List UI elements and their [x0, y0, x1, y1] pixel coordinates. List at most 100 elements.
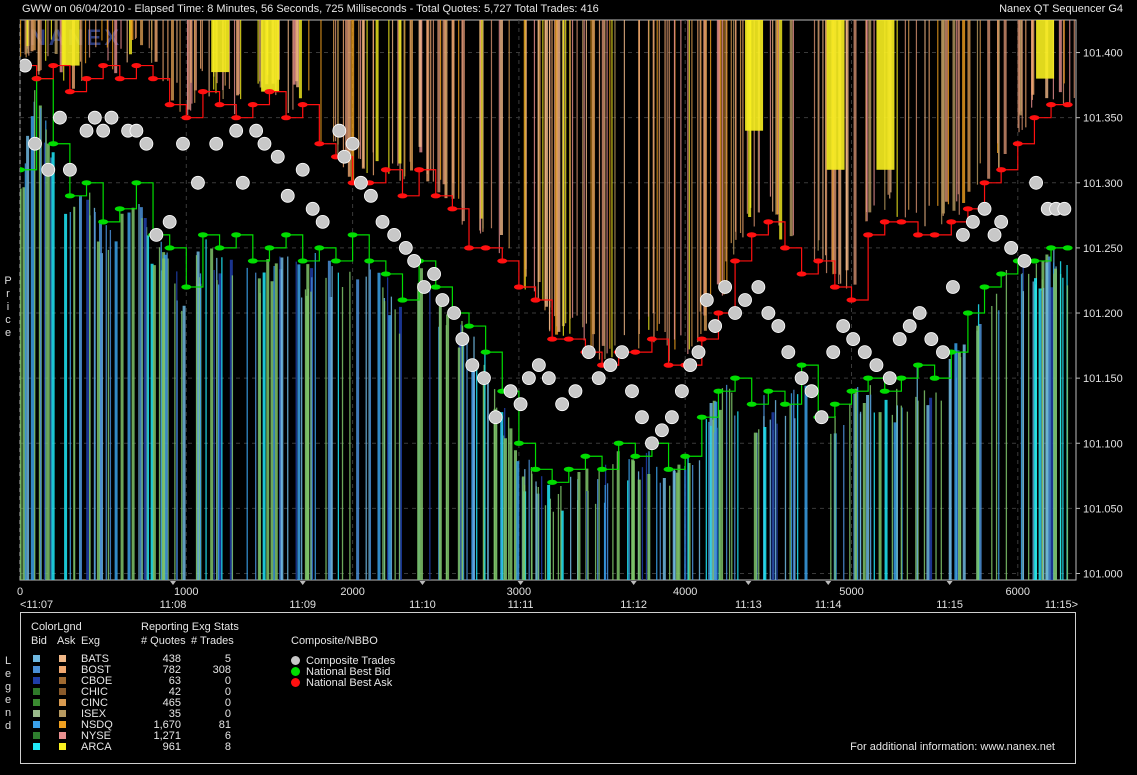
x-tick-label: 6000: [1006, 586, 1030, 598]
trade-point: [455, 332, 470, 346]
y-tick-label: 101.150: [1083, 373, 1123, 385]
time-tick-label: 11:09: [289, 599, 316, 611]
x-tick-label: 1000: [174, 586, 198, 598]
legend-title: ColorLgnd: [31, 621, 82, 633]
trade-point: [521, 371, 536, 386]
trade-point: [465, 358, 480, 373]
ask-color-swatch: [59, 721, 66, 728]
ask-point: [829, 284, 840, 290]
legend-footer: For additional information: www.nanex.ne…: [850, 741, 1055, 753]
bid-point: [264, 245, 275, 251]
legend-col-ask: Ask: [57, 635, 76, 647]
arca-ask-block: [211, 20, 230, 73]
ask-point: [547, 336, 558, 342]
bid-color-swatch: [33, 710, 40, 717]
ask-point: [430, 193, 441, 199]
ask-color-swatch: [59, 677, 66, 684]
ask-point: [231, 115, 242, 121]
trade-point: [249, 123, 264, 138]
trade-point: [407, 254, 422, 268]
bid-point: [613, 440, 624, 446]
time-tick-marker: [630, 581, 637, 585]
price-label-char: i: [6, 301, 10, 313]
trade-point: [20, 58, 32, 73]
legend-panel: ColorLgnd Bid Ask Exg Reporting Exg Stat…: [20, 612, 1076, 764]
trade-point: [53, 110, 67, 125]
trade-point: [477, 371, 491, 386]
y-tick-label: 101.350: [1083, 113, 1123, 125]
bid-point: [64, 193, 75, 199]
ask-point: [796, 271, 807, 277]
trade-point: [771, 319, 786, 333]
x-tick-label: 4000: [673, 586, 697, 598]
ask-point: [497, 258, 508, 264]
time-tick-label: 11:11: [508, 599, 534, 611]
bid-point: [630, 453, 641, 459]
x-tick-label: 3000: [507, 586, 531, 598]
ask-point: [64, 89, 75, 95]
trade-point: [814, 410, 829, 425]
bid-point: [580, 453, 591, 459]
trade-point: [488, 410, 503, 425]
bid-point: [98, 219, 109, 225]
ask-color-swatch: [59, 743, 66, 750]
bid-point: [430, 284, 441, 290]
bid-point: [996, 271, 1007, 277]
trade-point: [674, 384, 689, 399]
ask-point: [630, 349, 641, 355]
ask-point: [646, 336, 657, 342]
bid-point: [796, 362, 807, 368]
ask-point: [114, 76, 125, 82]
trade-point: [635, 410, 649, 425]
trade-point: [337, 149, 352, 164]
x-tick-label: 2000: [340, 586, 364, 598]
bid-point: [913, 362, 924, 368]
bid-point: [330, 258, 341, 264]
trade-point: [869, 358, 884, 373]
legend-label-char: L: [4, 655, 12, 667]
ask-point: [730, 258, 741, 264]
trade-point: [149, 227, 164, 242]
ask-point: [996, 167, 1007, 173]
trade-point: [625, 384, 639, 399]
bid-point: [181, 284, 192, 290]
exchange-name: ARCA: [81, 741, 112, 753]
legend-stats-title: Reporting Exg Stats: [141, 621, 239, 633]
trade-point: [655, 423, 669, 438]
time-tick-label: 11:12: [620, 599, 647, 611]
trade-point: [902, 319, 917, 333]
ask-color-swatch: [59, 688, 66, 695]
ask-point: [513, 284, 524, 290]
ask-point: [896, 219, 907, 225]
bid-color-swatch: [33, 655, 40, 662]
x-tick-label: 5000: [839, 586, 863, 598]
bid-point: [713, 388, 724, 394]
bid-point: [114, 206, 125, 212]
trade-point: [541, 371, 556, 386]
trade-point: [280, 188, 295, 203]
trade-point: [375, 214, 390, 229]
trade-point: [447, 306, 461, 320]
bid-point: [281, 232, 292, 238]
bid-point: [1062, 245, 1073, 251]
bid-color-swatch: [33, 666, 40, 673]
trade-point: [882, 371, 897, 386]
chart-area: NANEX 101.000101.050101.100101.150101.20…: [17, 19, 1123, 611]
time-tick-label: 11:14: [815, 599, 842, 611]
bid-point: [364, 258, 375, 264]
time-tick-label: 11:15: [936, 599, 963, 611]
bid-point: [81, 180, 92, 186]
bid-color-swatch: [33, 677, 40, 684]
trade-point: [946, 280, 960, 294]
price-label-char: e: [4, 327, 12, 339]
trade-point: [683, 358, 698, 373]
ask-point: [962, 206, 973, 212]
trade-point: [270, 149, 285, 164]
legend-label-char: g: [4, 681, 12, 693]
trade-point: [591, 371, 606, 386]
price-label-char: P: [4, 275, 12, 287]
ask-point: [98, 62, 109, 69]
ask-point: [464, 245, 475, 251]
y-tick-label: 101.300: [1083, 178, 1123, 190]
y-tick-label: 101.000: [1083, 568, 1123, 580]
